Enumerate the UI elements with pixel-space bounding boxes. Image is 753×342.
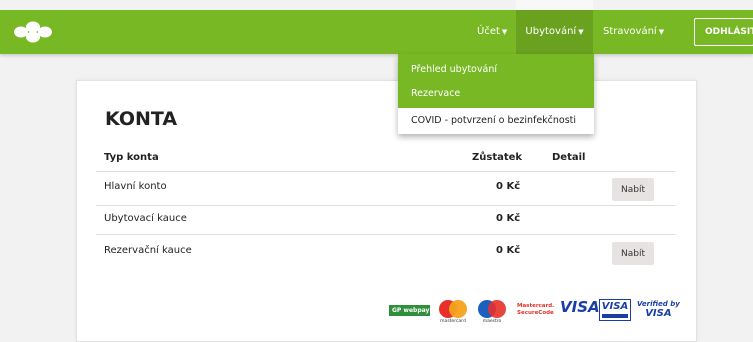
table-row-balance: 0 Kč — [496, 213, 521, 224]
top-navbar: Účet ▼ Ubytování ▼ Stravování ▼ ODHLÁSIT — [0, 0, 753, 54]
nav-dining-label: Stravování — [603, 26, 657, 37]
table-row-name: Ubytovací kauce — [104, 213, 187, 224]
logout-button[interactable]: ODHLÁSIT — [694, 18, 753, 46]
row-divider — [96, 234, 675, 235]
logo-icon[interactable] — [12, 21, 54, 43]
maestro-text: maestro — [483, 318, 502, 323]
table-row-name: Rezervační kauce — [104, 245, 192, 256]
gp-webpay-logo: GP webpay — [389, 305, 430, 316]
maestro-logo: maestro — [478, 300, 506, 323]
nav-account[interactable]: Účet ▼ — [477, 10, 507, 54]
row-divider — [96, 205, 675, 206]
nav-accommodation-label: Ubytování — [525, 26, 577, 37]
column-header-balance: Zůstatek — [472, 152, 523, 163]
charge-button[interactable]: Nabít — [612, 242, 654, 265]
caret-down-icon: ▼ — [501, 28, 508, 36]
column-header-detail: Detail — [552, 152, 586, 163]
menu-item-accommodation-overview[interactable]: Přehled ubytování — [398, 58, 594, 82]
caret-down-icon: ▼ — [578, 28, 584, 36]
accommodation-dropdown-menu: Přehled ubytování Rezervace COVID - potv… — [398, 54, 594, 134]
page-title: KONTA — [105, 108, 178, 130]
visa-electron-logo: VISA — [599, 299, 631, 321]
securecode-logo: Mastercard. SecureCode — [517, 303, 554, 317]
mastercard-text: mastercard — [440, 318, 466, 323]
table-row-name: Hlavní konto — [104, 181, 167, 192]
nav-dining[interactable]: Stravování ▼ — [603, 10, 664, 54]
nav-account-label: Účet — [477, 26, 500, 37]
securecode-line-2: SecureCode — [517, 310, 554, 316]
caret-down-icon: ▼ — [658, 28, 665, 36]
mastercard-logo: mastercard — [439, 300, 467, 323]
menu-item-reservations[interactable]: Rezervace — [398, 82, 594, 106]
nav-accommodation[interactable]: Ubytování ▼ — [516, 0, 593, 54]
charge-button[interactable]: Nabít — [612, 178, 654, 201]
table-row-balance: 0 Kč — [496, 245, 521, 256]
visa-logo: VISA — [560, 298, 600, 316]
visa-electron-text: VISA — [601, 301, 629, 312]
verified-line-2: VISA — [645, 308, 672, 319]
verified-by-visa-logo: Verified by VISA — [637, 300, 680, 319]
menu-item-covid-certificate[interactable]: COVID - potvrzení o bezinfekčnosti — [398, 108, 594, 134]
securecode-line-1: Mastercard. — [517, 303, 555, 309]
table-row-balance: 0 Kč — [496, 181, 521, 192]
column-header-type: Typ konta — [104, 152, 159, 163]
row-divider — [96, 171, 675, 172]
